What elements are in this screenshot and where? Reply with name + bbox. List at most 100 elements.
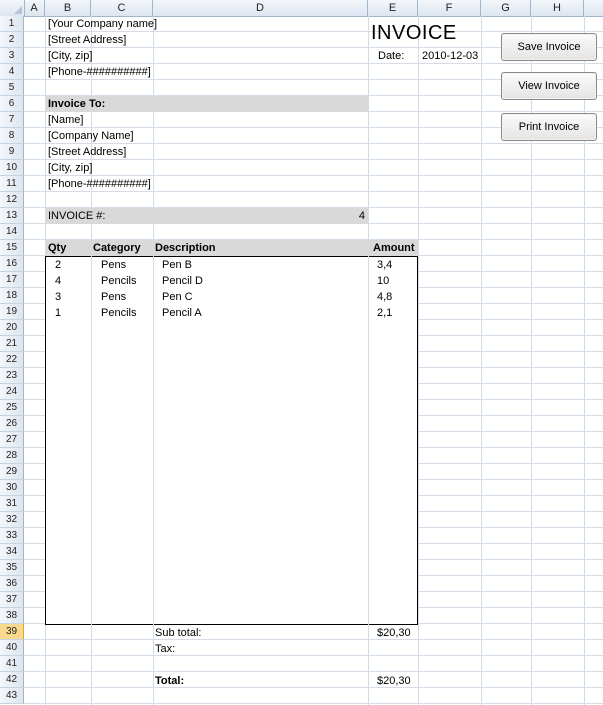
column-header-b[interactable]: B — [45, 0, 91, 16]
item-qty[interactable]: 1 — [55, 305, 61, 321]
row-header-33[interactable]: 33 — [0, 528, 24, 544]
item-amount[interactable]: 4,8 — [377, 289, 392, 305]
row-header-37[interactable]: 37 — [0, 592, 24, 608]
row-header-31[interactable]: 31 — [0, 496, 24, 512]
row-header-13[interactable]: 13 — [0, 208, 24, 224]
gridline — [368, 256, 369, 625]
company-name[interactable]: [Your Company name] — [48, 16, 157, 32]
row-header-1[interactable]: 1 — [0, 16, 24, 32]
row-header-24[interactable]: 24 — [0, 384, 24, 400]
row-header-3[interactable]: 3 — [0, 48, 24, 64]
row-header-21[interactable]: 21 — [0, 336, 24, 352]
item-description[interactable]: Pen B — [162, 257, 192, 273]
row-header-29[interactable]: 29 — [0, 464, 24, 480]
item-category[interactable]: Pens — [101, 289, 126, 305]
item-description[interactable]: Pen C — [162, 289, 193, 305]
item-description[interactable]: Pencil D — [162, 273, 203, 289]
row-header-12[interactable]: 12 — [0, 192, 24, 208]
spreadsheet: A B C D E F G H 1 2 3 4 5 6 7 8 9 10 11 12 13 14 15 16 1… — [0, 0, 603, 705]
company-street[interactable]: [Street Address] — [48, 32, 126, 48]
date-label: Date: — [378, 50, 405, 62]
print-invoice-button[interactable]: Print Invoice — [501, 113, 597, 141]
row-header-18[interactable]: 18 — [0, 288, 24, 304]
row-header-9[interactable]: 9 — [0, 144, 24, 160]
save-invoice-button[interactable]: Save Invoice — [501, 33, 597, 61]
column-header-d[interactable]: D — [153, 0, 368, 16]
row-header-26[interactable]: 26 — [0, 416, 24, 432]
bill-to-street[interactable]: [Street Address] — [48, 144, 126, 160]
row-header-27[interactable]: 27 — [0, 432, 24, 448]
row-header-42[interactable]: 42 — [0, 672, 24, 688]
row-header-23[interactable]: 23 — [0, 368, 24, 384]
category-header: Category — [93, 242, 141, 254]
row-header-43[interactable]: 43 — [0, 688, 24, 704]
company-phone[interactable]: [Phone-##########] — [48, 64, 151, 80]
row-header-11[interactable]: 11 — [0, 176, 24, 192]
column-header-g[interactable]: G — [481, 0, 531, 16]
gridline — [91, 256, 92, 625]
amount-header: Amount — [373, 242, 415, 254]
row-header-8[interactable]: 8 — [0, 128, 24, 144]
total-value[interactable]: $20,30 — [377, 673, 411, 689]
view-invoice-button[interactable]: View Invoice — [501, 72, 597, 100]
invoice-number-value[interactable]: 4 — [300, 208, 365, 224]
row-header-4[interactable]: 4 — [0, 64, 24, 80]
item-amount[interactable]: 10 — [377, 273, 389, 289]
row-header-2[interactable]: 2 — [0, 32, 24, 48]
bill-to-company[interactable]: [Company Name] — [48, 128, 134, 144]
bill-to-phone[interactable]: [Phone-##########] — [48, 176, 151, 192]
column-header-e[interactable]: E — [368, 0, 418, 16]
tax-label: Tax: — [155, 643, 176, 655]
bill-to-name[interactable]: [Name] — [48, 112, 83, 128]
row-header-41[interactable]: 41 — [0, 656, 24, 672]
item-amount[interactable]: 3,4 — [377, 257, 392, 273]
row-header-20[interactable]: 20 — [0, 320, 24, 336]
item-qty[interactable]: 3 — [55, 289, 61, 305]
row-header-17[interactable]: 17 — [0, 272, 24, 288]
gridline — [24, 655, 603, 656]
item-amount[interactable]: 2,1 — [377, 305, 392, 321]
item-category[interactable]: Pens — [101, 257, 126, 273]
item-qty[interactable]: 4 — [55, 273, 61, 289]
column-header-c[interactable]: C — [91, 0, 153, 16]
row-header-19[interactable]: 19 — [0, 304, 24, 320]
gridline — [24, 639, 603, 640]
row-header-16[interactable]: 16 — [0, 256, 24, 272]
item-category[interactable]: Pencils — [101, 273, 136, 289]
row-header-10[interactable]: 10 — [0, 160, 24, 176]
row-header-35[interactable]: 35 — [0, 560, 24, 576]
row-header-40[interactable]: 40 — [0, 640, 24, 656]
row-header-6[interactable]: 6 — [0, 96, 24, 112]
column-header-h[interactable]: H — [531, 0, 584, 16]
row-header-7[interactable]: 7 — [0, 112, 24, 128]
subtotal-value[interactable]: $20,30 — [377, 625, 411, 641]
column-header-a[interactable]: A — [24, 0, 45, 16]
column-header-f[interactable]: F — [418, 0, 481, 16]
row-header-14[interactable]: 14 — [0, 224, 24, 240]
item-qty[interactable]: 2 — [55, 257, 61, 273]
row-header-39[interactable]: 39 — [0, 624, 24, 640]
row-header-28[interactable]: 28 — [0, 448, 24, 464]
row-header-38[interactable]: 38 — [0, 608, 24, 624]
row-header-22[interactable]: 22 — [0, 352, 24, 368]
row-header-15[interactable]: 15 — [0, 240, 24, 256]
row-header-32[interactable]: 32 — [0, 512, 24, 528]
invoice-number-label: INVOICE #: — [48, 210, 106, 222]
description-header: Description — [155, 242, 216, 254]
item-category[interactable]: Pencils — [101, 305, 136, 321]
row-header-34[interactable]: 34 — [0, 544, 24, 560]
row-header-36[interactable]: 36 — [0, 576, 24, 592]
gridline — [24, 703, 603, 704]
column-header-bar: A B C D E F G H — [0, 0, 603, 17]
date-value[interactable]: 2010-12-03 — [422, 48, 478, 64]
row-header-30[interactable]: 30 — [0, 480, 24, 496]
gridline — [24, 671, 603, 672]
item-description[interactable]: Pencil A — [162, 305, 202, 321]
row-header-25[interactable]: 25 — [0, 400, 24, 416]
row-header-5[interactable]: 5 — [0, 80, 24, 96]
select-all-corner[interactable] — [0, 0, 25, 16]
subtotal-label: Sub total: — [155, 627, 202, 639]
company-city[interactable]: [City, zip] — [48, 48, 92, 64]
select-all-icon — [14, 6, 22, 14]
bill-to-city[interactable]: [City, zip] — [48, 160, 92, 176]
